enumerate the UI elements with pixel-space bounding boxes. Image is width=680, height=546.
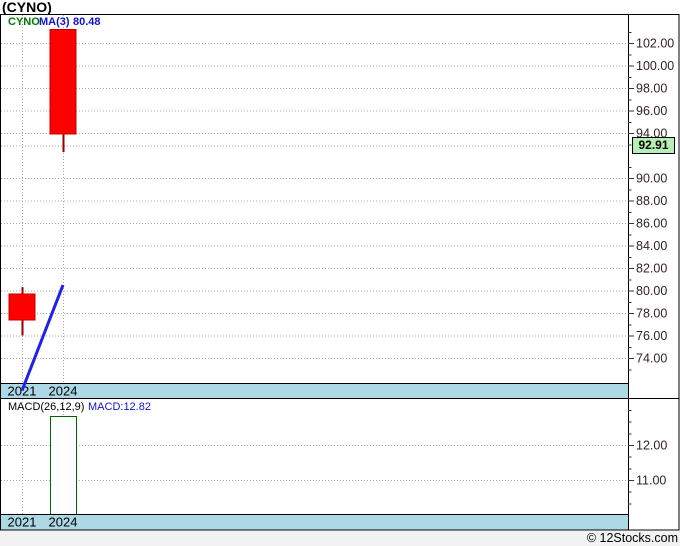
chart-frame <box>0 14 680 531</box>
legend-symbol-label: CYNO <box>8 16 40 28</box>
y-axis-tick-label: 96.00 <box>636 104 667 118</box>
x-axis-year-label: 2024 <box>49 384 78 399</box>
x-axis-year-label: 2021 <box>8 515 37 530</box>
stock-chart: 2021 20242021 2024102.00100.0098.0096.0094… <box>0 14 680 531</box>
current-price-tag: 92.91 <box>632 137 675 154</box>
y-axis-tick-label: 80.00 <box>636 284 667 298</box>
macd-histogram-bar <box>50 415 77 514</box>
y-axis-tick-label: 74.00 <box>636 352 667 366</box>
y-axis-tick-label: 84.00 <box>636 239 667 253</box>
y-axis-tick-label: 76.00 <box>636 329 667 343</box>
candlesticks <box>8 29 77 336</box>
macd-axis-tick-label: 12.00 <box>636 439 667 453</box>
watermark: © 12Stocks.com <box>0 531 680 546</box>
x-axis-year-label: 2021 <box>8 384 37 399</box>
x-axis-year-label: 2024 <box>49 515 78 530</box>
gridlines <box>1 15 627 514</box>
macd-params-label: MACD(26,12,9) <box>8 401 85 413</box>
y-axis-tick-label: 102.00 <box>636 37 674 51</box>
y-axis-tick-label: 100.00 <box>636 59 674 73</box>
candle-body <box>8 293 36 321</box>
macd-value-label: MACD:12.82 <box>88 401 151 413</box>
y-axis-tick-label: 90.00 <box>636 172 667 186</box>
macd-band <box>1 514 628 530</box>
y-axis-tick-label: 86.00 <box>636 217 667 231</box>
y-axis-tick-label: 82.00 <box>636 262 667 276</box>
macd-bar <box>50 415 77 514</box>
y-axis-tick-label: 88.00 <box>636 194 667 208</box>
y-axis-tick-label: 98.00 <box>636 82 667 96</box>
candle-body <box>49 29 77 135</box>
legend-ma-label: MA(3) <box>39 16 70 28</box>
macd-axis-tick-label: 11.00 <box>636 474 666 488</box>
macd-axis: 12.00 11.00 <box>628 410 667 505</box>
legend-ma-value: 80.48 <box>73 16 101 28</box>
price-axis: 102.00100.0098.0096.0094.0090.0088.0086.… <box>628 31 674 371</box>
main-band <box>1 383 628 398</box>
y-axis-tick-label: 78.00 <box>636 307 667 321</box>
